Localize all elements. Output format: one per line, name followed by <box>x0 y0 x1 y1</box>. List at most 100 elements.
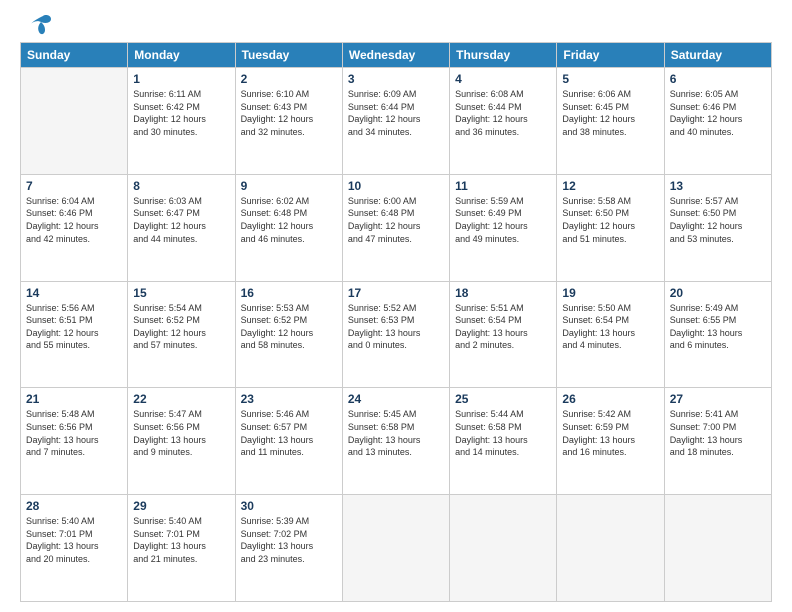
day-number: 12 <box>562 179 658 193</box>
day-info: Sunrise: 6:04 AMSunset: 6:46 PMDaylight:… <box>26 195 122 245</box>
day-number: 21 <box>26 392 122 406</box>
day-info: Sunrise: 6:08 AMSunset: 6:44 PMDaylight:… <box>455 88 551 138</box>
day-info: Sunrise: 6:05 AMSunset: 6:46 PMDaylight:… <box>670 88 766 138</box>
day-info: Sunrise: 5:48 AMSunset: 6:56 PMDaylight:… <box>26 408 122 458</box>
day-info: Sunrise: 5:40 AMSunset: 7:01 PMDaylight:… <box>26 515 122 565</box>
calendar-week-row: 14Sunrise: 5:56 AMSunset: 6:51 PMDayligh… <box>21 281 772 388</box>
day-info: Sunrise: 5:42 AMSunset: 6:59 PMDaylight:… <box>562 408 658 458</box>
day-number: 25 <box>455 392 551 406</box>
calendar-day-cell: 13 Sunrise: 5:57 AMSunset: 6:50 PMDayligh… <box>664 174 771 281</box>
day-info: Sunrise: 6:02 AMSunset: 6:48 PMDaylight:… <box>241 195 337 245</box>
logo-bird-icon <box>23 14 53 36</box>
calendar-day-header: Tuesday <box>235 43 342 68</box>
day-info: Sunrise: 5:49 AMSunset: 6:55 PMDaylight:… <box>670 302 766 352</box>
calendar-header-row: SundayMondayTuesdayWednesdayThursdayFrid… <box>21 43 772 68</box>
day-number: 19 <box>562 286 658 300</box>
day-info: Sunrise: 5:40 AMSunset: 7:01 PMDaylight:… <box>133 515 229 565</box>
day-info: Sunrise: 5:39 AMSunset: 7:02 PMDaylight:… <box>241 515 337 565</box>
calendar-day-cell: 20 Sunrise: 5:49 AMSunset: 6:55 PMDayligh… <box>664 281 771 388</box>
calendar-table: SundayMondayTuesdayWednesdayThursdayFrid… <box>20 42 772 602</box>
calendar-day-header: Sunday <box>21 43 128 68</box>
calendar-day-cell <box>342 495 449 602</box>
day-number: 4 <box>455 72 551 86</box>
logo <box>20 16 53 36</box>
day-info: Sunrise: 6:10 AMSunset: 6:43 PMDaylight:… <box>241 88 337 138</box>
calendar-day-cell: 12 Sunrise: 5:58 AMSunset: 6:50 PMDayligh… <box>557 174 664 281</box>
calendar-day-cell: 29 Sunrise: 5:40 AMSunset: 7:01 PMDayligh… <box>128 495 235 602</box>
calendar-day-cell: 5 Sunrise: 6:06 AMSunset: 6:45 PMDaylight… <box>557 68 664 175</box>
day-number: 6 <box>670 72 766 86</box>
day-info: Sunrise: 5:45 AMSunset: 6:58 PMDaylight:… <box>348 408 444 458</box>
day-number: 10 <box>348 179 444 193</box>
day-number: 15 <box>133 286 229 300</box>
calendar-day-cell: 23Sunrise: 5:46 AMSunset: 6:57 PMDayligh… <box>235 388 342 495</box>
day-info: Sunrise: 5:47 AMSunset: 6:56 PMDaylight:… <box>133 408 229 458</box>
calendar-week-row: 7 Sunrise: 6:04 AMSunset: 6:46 PMDaylight… <box>21 174 772 281</box>
day-number: 18 <box>455 286 551 300</box>
day-info: Sunrise: 5:52 AMSunset: 6:53 PMDaylight:… <box>348 302 444 352</box>
day-info: Sunrise: 5:59 AMSunset: 6:49 PMDaylight:… <box>455 195 551 245</box>
header <box>20 16 772 36</box>
calendar-day-header: Saturday <box>664 43 771 68</box>
calendar-day-cell <box>21 68 128 175</box>
calendar-day-cell: 14Sunrise: 5:56 AMSunset: 6:51 PMDayligh… <box>21 281 128 388</box>
day-info: Sunrise: 5:54 AMSunset: 6:52 PMDaylight:… <box>133 302 229 352</box>
day-number: 20 <box>670 286 766 300</box>
day-number: 7 <box>26 179 122 193</box>
day-info: Sunrise: 5:44 AMSunset: 6:58 PMDaylight:… <box>455 408 551 458</box>
day-info: Sunrise: 6:06 AMSunset: 6:45 PMDaylight:… <box>562 88 658 138</box>
day-info: Sunrise: 5:53 AMSunset: 6:52 PMDaylight:… <box>241 302 337 352</box>
day-number: 13 <box>670 179 766 193</box>
day-info: Sunrise: 5:51 AMSunset: 6:54 PMDaylight:… <box>455 302 551 352</box>
day-info: Sunrise: 5:58 AMSunset: 6:50 PMDaylight:… <box>562 195 658 245</box>
calendar-day-cell: 7 Sunrise: 6:04 AMSunset: 6:46 PMDaylight… <box>21 174 128 281</box>
calendar-day-cell: 19 Sunrise: 5:50 AMSunset: 6:54 PMDayligh… <box>557 281 664 388</box>
day-number: 27 <box>670 392 766 406</box>
day-number: 29 <box>133 499 229 513</box>
day-number: 26 <box>562 392 658 406</box>
day-number: 9 <box>241 179 337 193</box>
day-info: Sunrise: 6:00 AMSunset: 6:48 PMDaylight:… <box>348 195 444 245</box>
calendar-week-row: 1 Sunrise: 6:11 AMSunset: 6:42 PMDaylight… <box>21 68 772 175</box>
calendar-day-cell <box>664 495 771 602</box>
calendar-day-cell: 22Sunrise: 5:47 AMSunset: 6:56 PMDayligh… <box>128 388 235 495</box>
day-number: 5 <box>562 72 658 86</box>
calendar-day-cell: 9 Sunrise: 6:02 AMSunset: 6:48 PMDaylight… <box>235 174 342 281</box>
calendar-day-cell <box>557 495 664 602</box>
calendar-day-cell: 2 Sunrise: 6:10 AMSunset: 6:43 PMDaylight… <box>235 68 342 175</box>
day-number: 11 <box>455 179 551 193</box>
calendar-day-cell: 30 Sunrise: 5:39 AMSunset: 7:02 PMDayligh… <box>235 495 342 602</box>
calendar-day-header: Monday <box>128 43 235 68</box>
calendar-day-cell <box>450 495 557 602</box>
day-number: 23 <box>241 392 337 406</box>
calendar-day-cell: 18 Sunrise: 5:51 AMSunset: 6:54 PMDayligh… <box>450 281 557 388</box>
day-number: 16 <box>241 286 337 300</box>
day-number: 2 <box>241 72 337 86</box>
calendar-day-cell: 11 Sunrise: 5:59 AMSunset: 6:49 PMDayligh… <box>450 174 557 281</box>
day-number: 30 <box>241 499 337 513</box>
calendar-day-cell: 4 Sunrise: 6:08 AMSunset: 6:44 PMDaylight… <box>450 68 557 175</box>
day-info: Sunrise: 5:56 AMSunset: 6:51 PMDaylight:… <box>26 302 122 352</box>
calendar-day-cell: 1 Sunrise: 6:11 AMSunset: 6:42 PMDaylight… <box>128 68 235 175</box>
calendar-day-header: Thursday <box>450 43 557 68</box>
calendar-day-cell: 24Sunrise: 5:45 AMSunset: 6:58 PMDayligh… <box>342 388 449 495</box>
calendar-day-cell: 8 Sunrise: 6:03 AMSunset: 6:47 PMDaylight… <box>128 174 235 281</box>
day-info: Sunrise: 6:11 AMSunset: 6:42 PMDaylight:… <box>133 88 229 138</box>
calendar-day-cell: 6 Sunrise: 6:05 AMSunset: 6:46 PMDaylight… <box>664 68 771 175</box>
day-info: Sunrise: 5:57 AMSunset: 6:50 PMDaylight:… <box>670 195 766 245</box>
day-info: Sunrise: 6:03 AMSunset: 6:47 PMDaylight:… <box>133 195 229 245</box>
calendar-day-cell: 28Sunrise: 5:40 AMSunset: 7:01 PMDayligh… <box>21 495 128 602</box>
day-info: Sunrise: 6:09 AMSunset: 6:44 PMDaylight:… <box>348 88 444 138</box>
day-info: Sunrise: 5:41 AMSunset: 7:00 PMDaylight:… <box>670 408 766 458</box>
calendar-day-cell: 3Sunrise: 6:09 AMSunset: 6:44 PMDaylight… <box>342 68 449 175</box>
calendar-week-row: 21 Sunrise: 5:48 AMSunset: 6:56 PMDayligh… <box>21 388 772 495</box>
calendar-day-cell: 16 Sunrise: 5:53 AMSunset: 6:52 PMDayligh… <box>235 281 342 388</box>
day-number: 8 <box>133 179 229 193</box>
calendar-day-cell: 25 Sunrise: 5:44 AMSunset: 6:58 PMDayligh… <box>450 388 557 495</box>
day-number: 1 <box>133 72 229 86</box>
calendar-day-cell: 17 Sunrise: 5:52 AMSunset: 6:53 PMDayligh… <box>342 281 449 388</box>
calendar-day-cell: 26 Sunrise: 5:42 AMSunset: 6:59 PMDayligh… <box>557 388 664 495</box>
day-info: Sunrise: 5:50 AMSunset: 6:54 PMDaylight:… <box>562 302 658 352</box>
day-number: 17 <box>348 286 444 300</box>
page: SundayMondayTuesdayWednesdayThursdayFrid… <box>0 0 792 612</box>
